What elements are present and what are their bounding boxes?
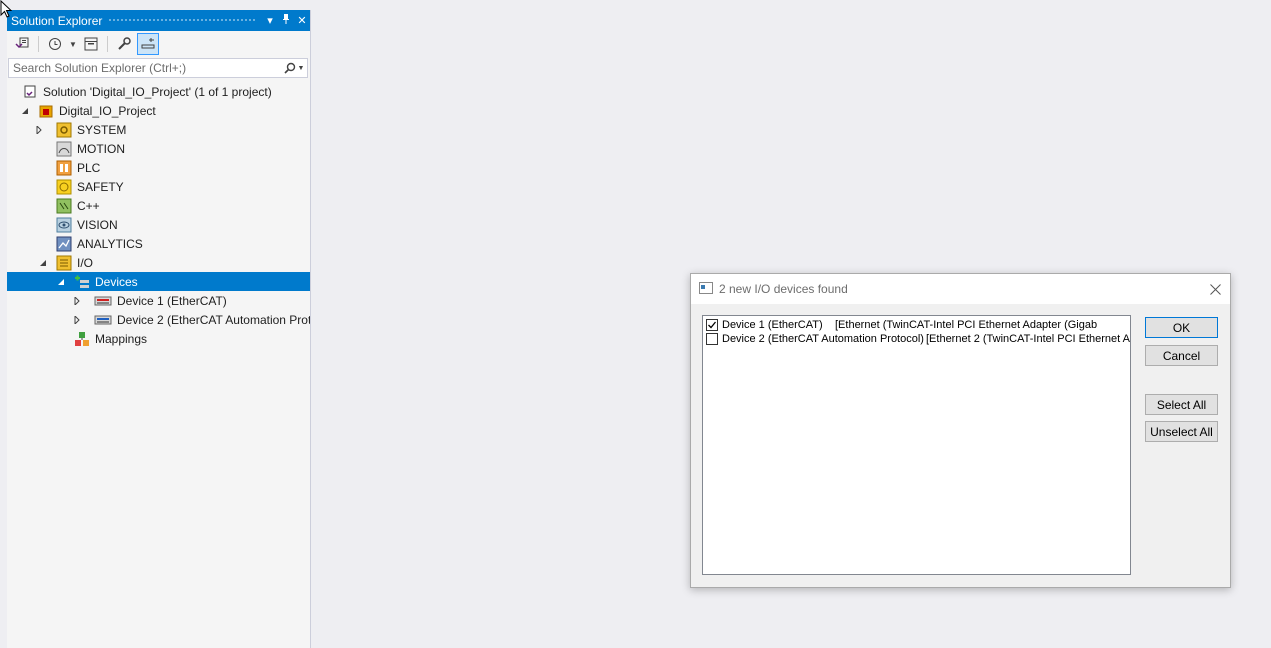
device-list-item-2[interactable]: Device 2 (EtherCAT Automation Protocol) … xyxy=(703,332,1130,346)
collapse-arrow-icon[interactable] xyxy=(54,275,68,289)
toolbar-separator xyxy=(107,36,108,52)
device-list-item-1[interactable]: Device 1 (EtherCAT) [Ethernet (TwinCAT-I… xyxy=(703,318,1130,332)
device-list[interactable]: Device 1 (EtherCAT) [Ethernet (TwinCAT-I… xyxy=(702,315,1131,575)
device-adapter: [Ethernet 2 (TwinCAT-Intel PCI Ethernet … xyxy=(926,333,1130,345)
search-box: ▼ xyxy=(8,58,308,78)
devices-icon xyxy=(74,274,90,290)
new-io-devices-dialog: 2 new I/O devices found Device 1 (EtherC… xyxy=(690,273,1231,588)
eap-device-icon xyxy=(94,312,112,328)
tree-item-label: PLC xyxy=(77,160,101,175)
tree-item-label: VISION xyxy=(77,217,118,232)
tree-item-safety[interactable]: SAFETY xyxy=(7,177,310,196)
collapse-arrow-icon[interactable] xyxy=(18,104,32,118)
solution-tree: Solution 'Digital_IO_Project' (1 of 1 pr… xyxy=(7,82,310,348)
toolbar-separator xyxy=(38,36,39,52)
solution-explorer-toolbar: ▼ xyxy=(7,31,310,57)
io-icon xyxy=(56,255,72,271)
clock-icon xyxy=(49,38,61,50)
tree-item-project[interactable]: Digital_IO_Project xyxy=(7,101,310,120)
collapse-all-button[interactable] xyxy=(80,33,102,55)
filter-dropdown-icon[interactable]: ▼ xyxy=(68,33,78,55)
project-icon xyxy=(38,103,54,119)
tree-item-label: SYSTEM xyxy=(77,122,127,137)
mappings-icon xyxy=(74,331,90,347)
dialog-app-icon xyxy=(699,281,713,297)
tree-item-label: C++ xyxy=(77,198,100,213)
tree-item-io[interactable]: I/O xyxy=(7,253,310,272)
switch-views-icon xyxy=(15,37,29,49)
collapse-arrow-icon[interactable] xyxy=(36,256,50,270)
system-icon xyxy=(56,122,72,138)
tree-item-plc[interactable]: PLC xyxy=(7,158,310,177)
search-icon xyxy=(283,62,295,74)
safety-icon xyxy=(56,179,72,195)
tree-item-label: Digital_IO_Project xyxy=(59,103,156,118)
unselect-all-button[interactable]: Unselect All xyxy=(1145,421,1218,442)
pin-icon[interactable] xyxy=(278,13,294,28)
tree-item-label: SAFETY xyxy=(77,179,124,194)
solution-icon xyxy=(22,84,38,100)
tree-item-label: MOTION xyxy=(77,141,125,156)
tree-item-devices[interactable]: Devices xyxy=(7,272,310,291)
solution-explorer-titlebar: Solution Explorer ▾ ✕ xyxy=(7,10,310,31)
tree-item-solution[interactable]: Solution 'Digital_IO_Project' (1 of 1 pr… xyxy=(7,82,310,101)
tree-item-label: Devices xyxy=(95,274,138,289)
window-position-dropdown-icon[interactable]: ▾ xyxy=(262,14,278,27)
ethercat-device-icon xyxy=(94,293,112,309)
tree-item-motion[interactable]: MOTION xyxy=(7,139,310,158)
pending-changes-filter-button[interactable] xyxy=(44,33,66,55)
dialog-title: 2 new I/O devices found xyxy=(719,282,848,296)
cpp-icon xyxy=(56,198,72,214)
tree-item-label: Solution 'Digital_IO_Project' (1 of 1 pr… xyxy=(43,84,272,99)
tree-item-label: Mappings xyxy=(95,331,148,346)
device-1-checkbox[interactable] xyxy=(706,319,718,331)
tree-item-vision[interactable]: VISION xyxy=(7,215,310,234)
select-all-button[interactable]: Select All xyxy=(1145,394,1218,415)
collapse-all-icon xyxy=(84,37,98,51)
tree-item-label: Device 1 (EtherCAT) xyxy=(117,293,227,308)
search-options[interactable]: ▼ xyxy=(281,62,307,74)
ok-button[interactable]: OK xyxy=(1145,317,1218,338)
switch-views-button[interactable] xyxy=(11,33,33,55)
tree-item-cpp[interactable]: C++ xyxy=(7,196,310,215)
tree-item-label: ANALYTICS xyxy=(77,236,143,251)
device-name: Device 2 (EtherCAT Automation Protocol) xyxy=(722,333,924,345)
close-icon[interactable]: ✕ xyxy=(294,14,310,27)
tree-item-label: I/O xyxy=(77,255,94,270)
drag-grip[interactable] xyxy=(108,18,256,23)
tree-item-analytics[interactable]: ANALYTICS xyxy=(7,234,310,253)
preview-selected-items-button[interactable] xyxy=(137,33,159,55)
vision-icon xyxy=(56,217,72,233)
preview-icon xyxy=(141,38,155,49)
search-input[interactable] xyxy=(13,61,281,75)
dialog-titlebar: 2 new I/O devices found xyxy=(691,274,1230,304)
checkmark-icon xyxy=(708,321,717,329)
tree-item-device-2[interactable]: Device 2 (EtherCAT Automation Protocol) xyxy=(7,310,310,329)
expand-arrow-icon[interactable] xyxy=(70,313,84,327)
analytics-icon xyxy=(56,236,72,252)
tree-item-mappings[interactable]: Mappings xyxy=(7,329,310,348)
properties-button[interactable] xyxy=(113,33,135,55)
device-2-checkbox[interactable] xyxy=(706,333,718,345)
device-adapter: [Ethernet (TwinCAT-Intel PCI Ethernet Ad… xyxy=(835,319,1098,331)
search-dropdown-icon[interactable]: ▼ xyxy=(298,65,305,72)
tree-item-device-1[interactable]: Device 1 (EtherCAT) xyxy=(7,291,310,310)
expand-arrow-icon[interactable] xyxy=(70,294,84,308)
plc-icon xyxy=(56,160,72,176)
close-icon[interactable] xyxy=(1200,274,1230,304)
device-name: Device 1 (EtherCAT) xyxy=(722,319,823,331)
motion-icon xyxy=(56,141,72,157)
expand-arrow-icon[interactable] xyxy=(32,123,46,137)
tree-item-system[interactable]: SYSTEM xyxy=(7,120,310,139)
solution-explorer-panel: Solution Explorer ▾ ✕ ▼ ▼ xyxy=(7,10,311,648)
cancel-button[interactable]: Cancel xyxy=(1145,345,1218,366)
mouse-cursor-icon xyxy=(0,0,12,18)
wrench-icon xyxy=(118,37,131,50)
panel-title: Solution Explorer xyxy=(11,13,103,28)
tree-item-label: Device 2 (EtherCAT Automation Protocol) xyxy=(117,312,310,327)
